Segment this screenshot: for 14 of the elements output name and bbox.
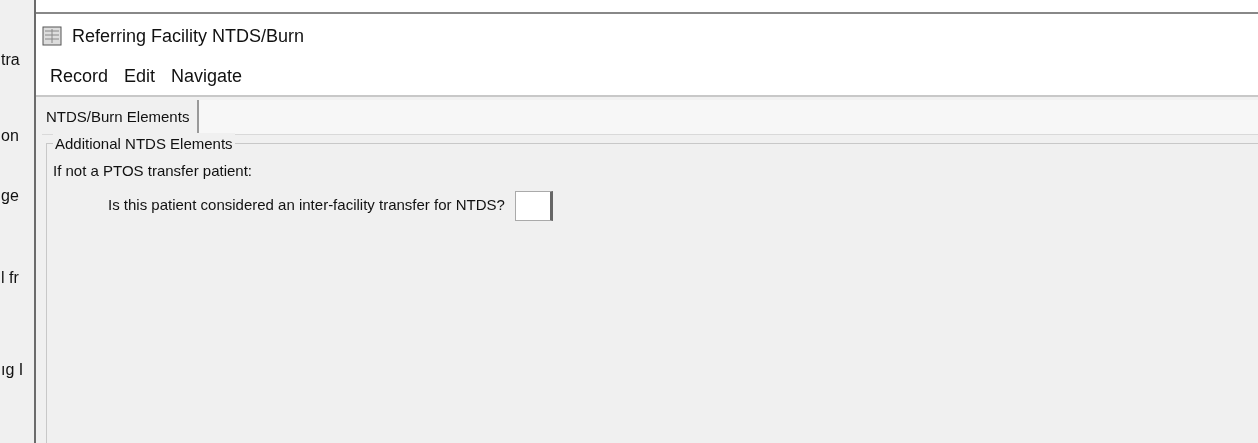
background-text: ıg I bbox=[0, 360, 25, 380]
menu-item[interactable]: Navigate bbox=[171, 63, 243, 91]
window-title: Referring Facility NTDS/Burn bbox=[72, 24, 305, 48]
input-field[interactable] bbox=[514, 190, 553, 221]
menu-item[interactable]: Edit bbox=[124, 63, 156, 91]
tab[interactable]: NTDS/Burn Elements bbox=[42, 99, 200, 134]
background-text: ge bbox=[0, 186, 20, 206]
question-label: Is this patient considered an inter-facility transfer for NTDS? bbox=[108, 195, 505, 216]
menu-item[interactable]: Record bbox=[50, 63, 109, 91]
section-text: If not a PTOS transfer patient: bbox=[53, 161, 253, 181]
background-text: l fr bbox=[0, 268, 20, 288]
form-icon bbox=[42, 26, 62, 47]
background-text: on bbox=[0, 126, 20, 146]
background-text: tra bbox=[0, 50, 21, 70]
